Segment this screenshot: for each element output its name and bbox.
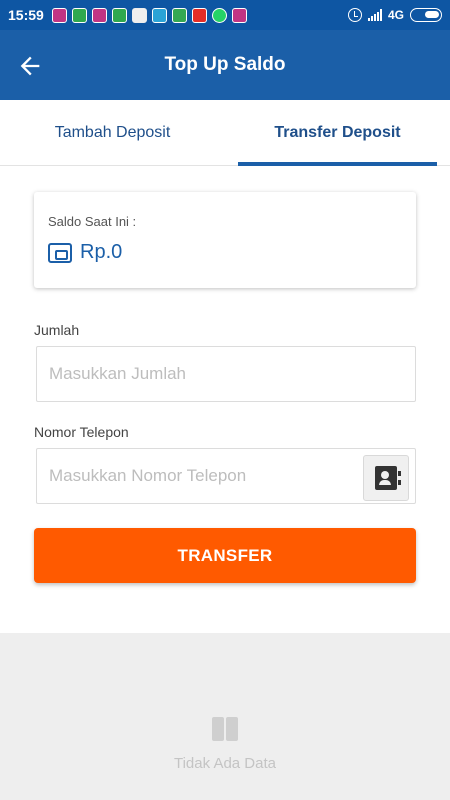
balance-row: Rp.0 [48, 241, 402, 264]
signal-icon [367, 9, 382, 21]
balance-value: Rp.0 [80, 241, 123, 263]
status-indicators: 4G [347, 8, 442, 22]
tab-transfer-deposit[interactable]: Transfer Deposit [225, 100, 450, 166]
battery-icon [410, 8, 442, 22]
youtube-icon [191, 7, 207, 23]
network-type: 4G [387, 8, 404, 22]
phone-label: Nomor Telepon [34, 424, 129, 440]
balance-card: Saldo Saat Ini : Rp.0 [34, 192, 416, 288]
whatsapp-icon [211, 7, 227, 23]
arrow-left-icon[interactable] [16, 52, 44, 80]
instagram-icon [231, 7, 247, 23]
messages-icon [111, 7, 127, 23]
maps-icon [171, 7, 187, 23]
alarm-icon [347, 8, 362, 22]
status-time: 15:59 [8, 7, 44, 23]
messenger-icon [71, 7, 87, 23]
instagram-icon [51, 7, 67, 23]
notification-icons [51, 7, 247, 23]
contact-picker-button[interactable] [363, 455, 409, 501]
balance-label: Saldo Saat Ini : [48, 214, 137, 229]
wallet-icon [48, 242, 72, 263]
transfer-button[interactable]: TRANSFER [34, 528, 416, 583]
empty-state: Tidak Ada Data [0, 633, 450, 800]
amount-input[interactable] [36, 346, 416, 402]
tab-tambah-deposit[interactable]: Tambah Deposit [0, 100, 225, 165]
amount-label: Jumlah [34, 322, 80, 338]
tab-bar: Tambah Deposit Transfer Deposit [0, 100, 450, 166]
page-title: Top Up Saldo [164, 54, 286, 75]
empty-state-text: Tidak Ada Data [173, 755, 276, 772]
phone-input[interactable] [36, 448, 416, 504]
instagram-icon [91, 7, 107, 23]
app-bar: Top Up Saldo [0, 30, 450, 100]
telegram-icon [151, 7, 167, 23]
status-bar: 15:59 4G [0, 0, 450, 30]
contact-book-icon [375, 466, 401, 490]
chrome-icon [131, 7, 147, 23]
book-icon [211, 717, 239, 743]
